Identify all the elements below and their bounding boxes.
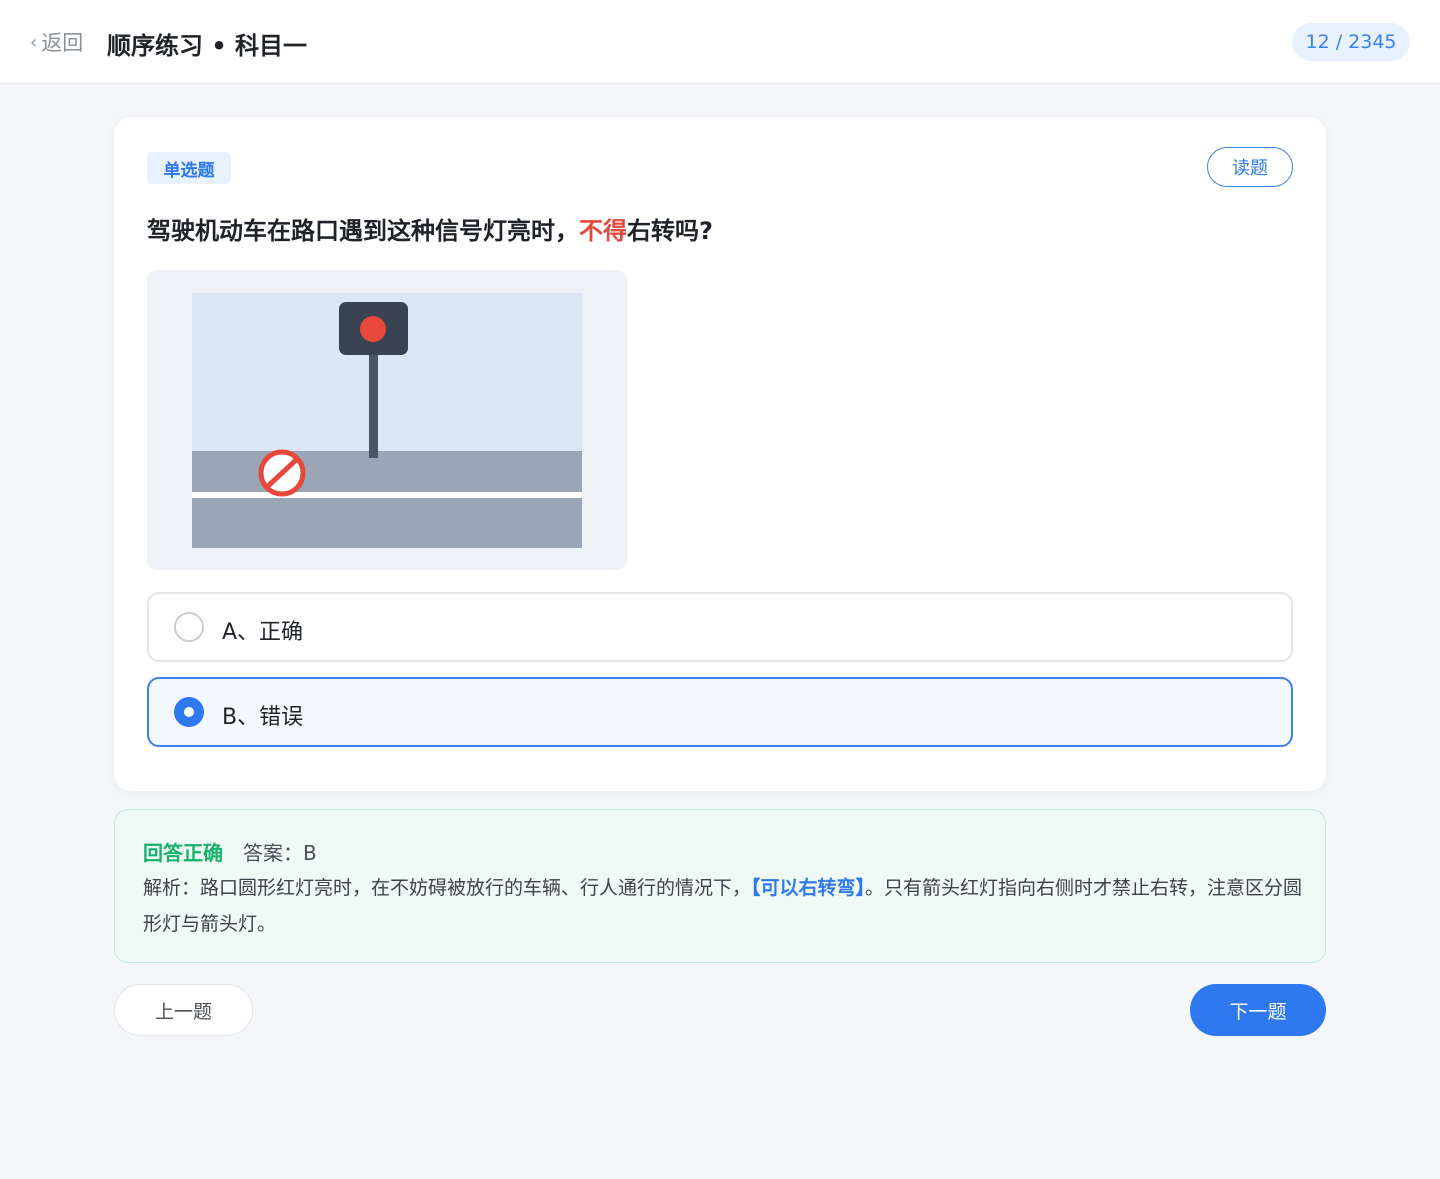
traffic-scene-illustration [192, 293, 582, 548]
no-entry-icon [258, 449, 306, 497]
page-title: 顺序练习 • 科目一 [107, 32, 308, 60]
explanation-text: 解析：路口圆形红灯亮时，在不妨碍被放行的车辆、行人通行的情况下，【可以右转弯】。… [143, 870, 1303, 942]
question-image [147, 270, 627, 570]
stop-line [192, 492, 582, 498]
question-text-highlight: 不得 [579, 217, 627, 245]
option-b[interactable]: B、错误 [147, 677, 1293, 747]
explanation-before: 解析：路口圆形红灯亮时，在不妨碍被放行的车辆、行人通行的情况下， [143, 877, 752, 899]
chevron-left-icon: ‹ [30, 31, 38, 53]
question-text-before: 驾驶机动车在路口遇到这种信号灯亮时， [147, 217, 579, 245]
option-a[interactable]: A、正确 [147, 592, 1293, 662]
correct-answer: 答案：B [243, 841, 317, 865]
radio-checked-icon [174, 697, 204, 727]
question-card: 单选题 读题 驾驶机动车在路口遇到这种信号灯亮时，不得右转吗? A、正确 B、错… [114, 117, 1326, 791]
back-button[interactable]: ‹ 返回 [30, 28, 83, 56]
prev-question-button[interactable]: 上一题 [114, 984, 253, 1036]
radio-unchecked-icon [174, 612, 204, 642]
option-label: B、错误 [222, 705, 304, 730]
next-question-button[interactable]: 下一题 [1190, 984, 1326, 1036]
option-label: A、正确 [222, 620, 304, 645]
question-type-badge: 单选题 [147, 152, 231, 184]
result-status: 回答正确 [143, 841, 223, 865]
read-question-button[interactable]: 读题 [1207, 147, 1293, 187]
question-counter: 12 / 2345 [1292, 23, 1410, 61]
question-text: 驾驶机动车在路口遇到这种信号灯亮时，不得右转吗? [147, 214, 1287, 248]
question-text-after: 右转吗? [627, 217, 713, 245]
result-row: 回答正确 答案：B [143, 837, 317, 866]
explanation-key-point: 【可以右转弯】 [751, 877, 866, 899]
analysis-panel: 回答正确 答案：B 解析：路口圆形红灯亮时，在不妨碍被放行的车辆、行人通行的情况… [114, 809, 1326, 963]
back-label: 返回 [41, 31, 84, 55]
road [192, 451, 582, 548]
top-bar: ‹ 返回 顺序练习 • 科目一 12 / 2345 [0, 0, 1440, 84]
